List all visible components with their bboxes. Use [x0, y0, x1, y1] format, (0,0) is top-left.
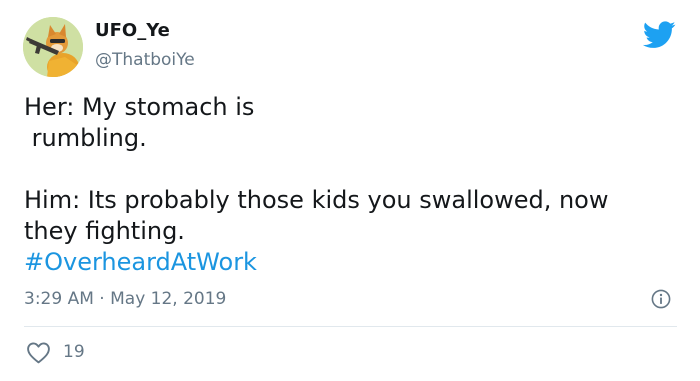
twitter-bird-icon[interactable]: [643, 21, 676, 49]
divider: [24, 326, 677, 327]
display-name[interactable]: UFO_Ye: [95, 20, 170, 42]
tweet-time: 3:29 AM: [24, 289, 94, 309]
tweet-card: UFO_Ye @ThatboiYe Her: My stomach is rum…: [0, 0, 700, 381]
hashtag-link[interactable]: #OverheardAtWork: [24, 247, 664, 278]
tweet-text-line: Him: Its probably those kids you swallow…: [24, 186, 609, 214]
tweet-text: Her: My stomach is rumbling. Him: Its pr…: [24, 92, 664, 278]
tweet-text-line: they fighting.: [24, 217, 185, 245]
avatar[interactable]: [23, 17, 83, 77]
cartoon-fox-avatar-icon: [23, 17, 83, 77]
heart-icon: [27, 342, 50, 363]
like-button[interactable]: 19: [26, 339, 85, 365]
like-count: 19: [63, 342, 85, 362]
meta-separator: ·: [99, 289, 105, 309]
tweet-date: May 12, 2019: [110, 289, 227, 309]
tweet-text-line: rumbling.: [24, 124, 147, 152]
info-icon[interactable]: [651, 289, 671, 309]
user-handle[interactable]: @ThatboiYe: [95, 49, 195, 71]
tweet-timestamp[interactable]: 3:29 AM · May 12, 2019: [24, 288, 226, 310]
tweet-text-line: Her: My stomach is: [24, 93, 255, 121]
